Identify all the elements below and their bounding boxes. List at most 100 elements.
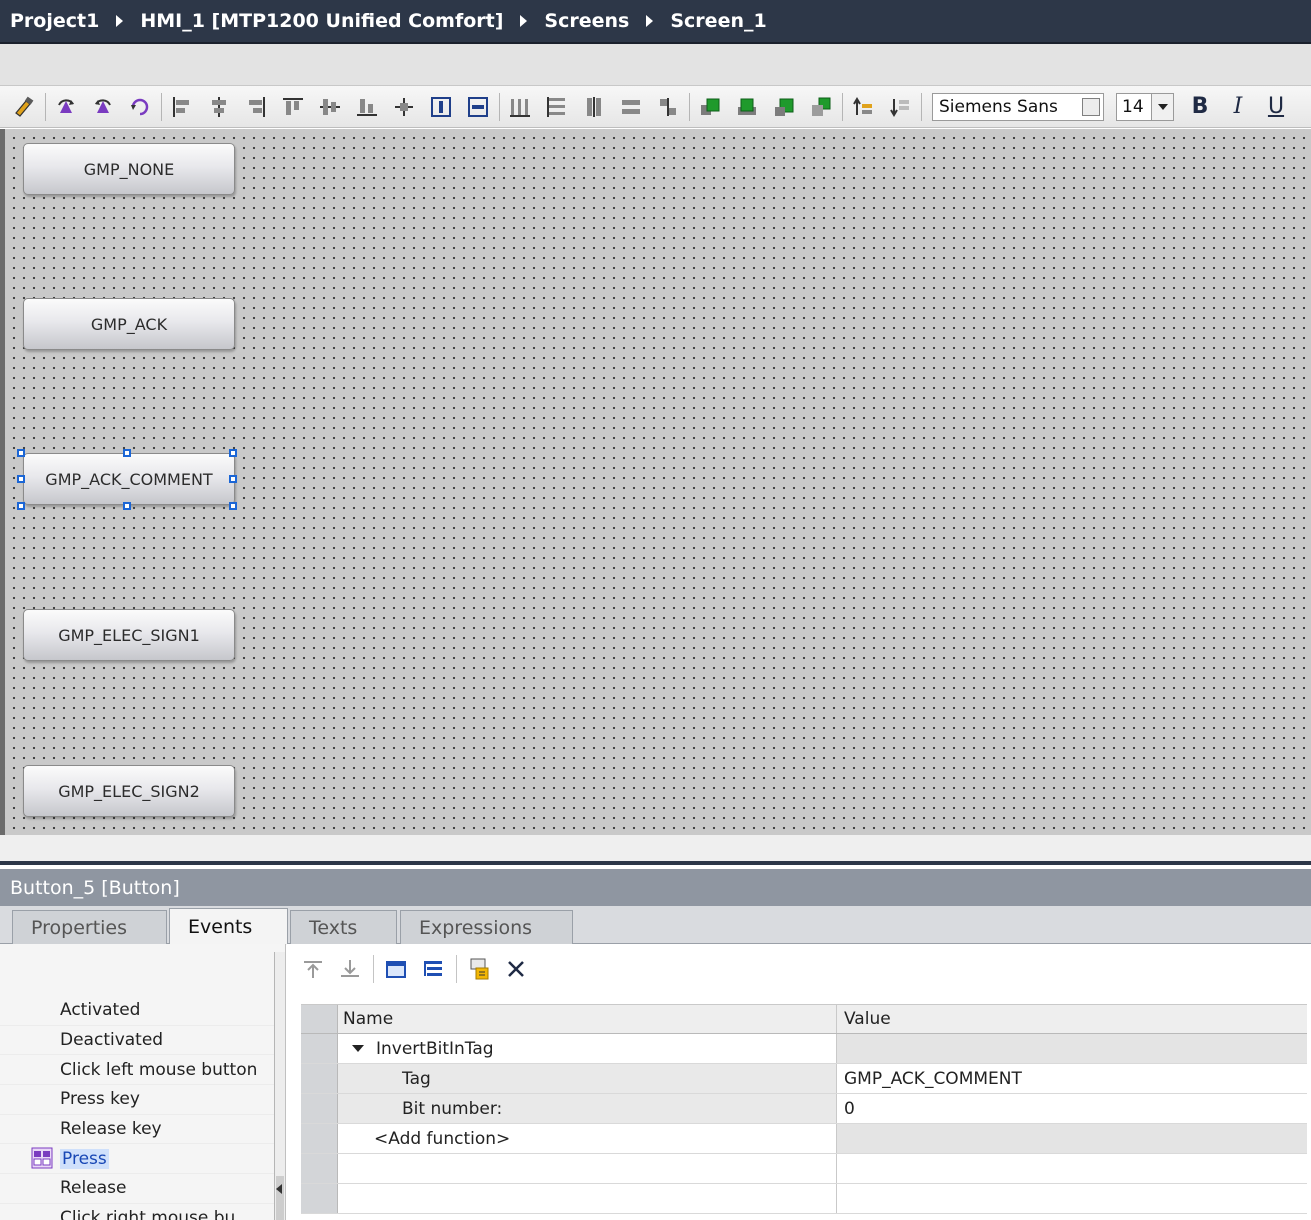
same-size-icon[interactable] [654,93,682,121]
tab-label: Expressions [419,916,533,939]
breadcrumb-screen[interactable]: Screen_1 [670,10,766,32]
layer-up-icon[interactable] [849,93,877,121]
collapse-left-icon[interactable] [276,1184,282,1194]
screen-canvas[interactable]: GMP_NONE GMP_ACK GMP_ACK_COMMENT GMP_ELE… [0,129,1311,835]
toolbar-separator [842,92,843,121]
selection-handle[interactable] [123,502,131,510]
same-width-icon[interactable] [617,93,645,121]
hmi-button-label: GMP_NONE [83,159,175,179]
font-family-value: Siemens Sans [939,96,1058,117]
selection-handle[interactable] [17,502,25,510]
selection-handle[interactable] [229,502,237,510]
expand-all-icon[interactable] [419,955,447,983]
row-header-cell[interactable] [301,1124,338,1153]
selection-handle[interactable] [229,475,237,483]
event-item-release-key[interactable]: Release key [0,1115,285,1145]
event-item-release[interactable]: Release [0,1174,285,1204]
align-center-icon[interactable] [205,93,233,121]
param-value-cell[interactable]: GMP_ACK_COMMENT [837,1064,1307,1093]
font-size-field[interactable]: 14 [1116,92,1174,121]
bring-to-front-icon[interactable] [696,93,724,121]
hmi-button-gmp-elec-sign1[interactable]: GMP_ELEC_SIGN1 [23,609,235,661]
column-header-value[interactable]: Value [837,1005,1307,1033]
event-label: Click left mouse button [60,1059,258,1080]
event-label: Release key [60,1119,162,1140]
move-up-icon[interactable] [299,955,327,983]
param-row-tag[interactable]: Tag GMP_ACK_COMMENT [301,1064,1307,1094]
rotate-right-icon[interactable] [89,93,117,121]
empty-cell [837,1184,1307,1213]
selection-handle[interactable] [17,449,25,457]
layer-down-icon[interactable] [886,93,914,121]
selection-handle[interactable] [17,475,25,483]
convert-to-script-icon[interactable] [465,955,493,983]
font-family-field[interactable]: Siemens Sans [932,92,1104,121]
selection-handle[interactable] [123,449,131,457]
send-backward-icon[interactable] [770,93,798,121]
function-row[interactable]: InvertBitInTag [301,1034,1307,1064]
align-top-icon[interactable] [279,93,307,121]
add-function-row[interactable]: <Add function> [301,1124,1307,1154]
event-item-press[interactable]: Press [0,1144,285,1175]
tab-texts[interactable]: Texts [290,910,397,944]
column-header-name[interactable]: Name [338,1005,837,1033]
center-horizontal-icon[interactable] [427,93,455,121]
format-painter-icon[interactable] [10,93,38,121]
bring-forward-icon[interactable] [733,93,761,121]
same-height-icon[interactable] [580,93,608,121]
move-down-icon[interactable] [336,955,364,983]
param-value-cell[interactable]: 0 [837,1094,1307,1123]
tab-events[interactable]: Events [169,908,288,945]
breadcrumb-hmi-device[interactable]: HMI_1 [MTP1200 Unified Comfort] [140,10,503,32]
event-item-click-left[interactable]: Click left mouse button [0,1055,285,1086]
collapse-triangle-icon[interactable] [352,1045,364,1052]
italic-button[interactable]: I [1226,94,1250,119]
breadcrumb-separator-icon [116,15,124,27]
hmi-button-gmp-ack[interactable]: GMP_ACK [23,298,235,350]
align-left-icon[interactable] [168,93,196,121]
distribute-horizontal-icon[interactable] [506,93,534,121]
add-function-cell[interactable]: <Add function> [338,1124,837,1153]
tab-expressions[interactable]: Expressions [400,910,573,944]
rotate-icon[interactable] [126,93,154,121]
hmi-button-gmp-elec-sign2[interactable]: GMP_ELEC_SIGN2 [23,765,235,817]
event-item-deactivated[interactable]: Deactivated [0,1026,285,1056]
event-item-click-right[interactable]: Click right mouse bu [0,1204,285,1220]
center-icon[interactable] [390,93,418,121]
hmi-button-gmp-ack-comment[interactable]: GMP_ACK_COMMENT [23,453,235,505]
tab-label: Events [188,916,253,938]
row-header-cell[interactable] [301,1064,338,1093]
align-right-icon[interactable] [242,93,270,121]
bold-button[interactable]: B [1188,94,1212,119]
insert-function-icon[interactable] [382,955,410,983]
toolbar-separator [456,955,457,983]
function-name-cell[interactable]: InvertBitInTag [338,1034,837,1063]
breadcrumb-project[interactable]: Project1 [10,10,99,32]
delete-icon[interactable] [502,955,530,983]
center-vertical-icon[interactable] [464,93,492,121]
param-row-bit-number[interactable]: Bit number: 0 [301,1094,1307,1124]
breadcrumb-screens[interactable]: Screens [544,10,629,32]
tab-properties[interactable]: Properties [12,910,167,944]
empty-row [301,1154,1307,1184]
chevron-down-icon[interactable] [1151,93,1173,120]
events-scrollbar[interactable] [274,952,285,1220]
align-middle-icon[interactable] [316,93,344,121]
align-bottom-icon[interactable] [353,93,381,121]
toolbar-separator [373,955,374,983]
distribute-vertical-icon[interactable] [543,93,571,121]
font-picker-icon[interactable] [1082,97,1100,116]
function-grid: Name Value InvertBitInTag Tag GMP_ACK_CO… [301,1004,1307,1214]
event-item-press-key[interactable]: Press key [0,1085,285,1115]
send-to-back-icon[interactable] [807,93,835,121]
event-item-activated[interactable]: Activated [0,996,285,1026]
row-header-cell[interactable] [301,1034,338,1063]
row-header-cell [301,1154,338,1183]
underline-button[interactable]: U [1264,94,1288,119]
hmi-button-gmp-none[interactable]: GMP_NONE [23,143,235,195]
selection-handle[interactable] [229,449,237,457]
row-header-cell[interactable] [301,1094,338,1123]
event-label: Press [60,1148,109,1169]
rotate-left-icon[interactable] [52,93,80,121]
scrollbar-thumb[interactable] [276,1176,284,1220]
